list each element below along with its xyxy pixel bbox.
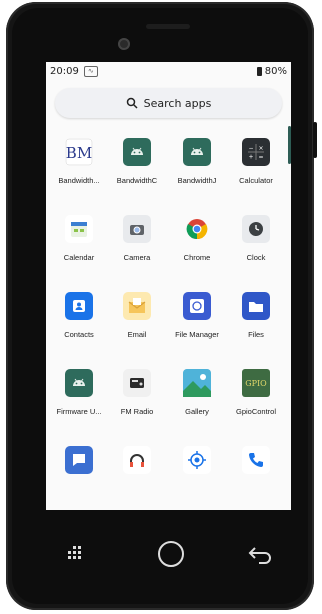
app-contacts[interactable]: Contacts bbox=[50, 292, 108, 362]
app-bandwidth[interactable]: BM Bandwidth... bbox=[50, 138, 108, 208]
app-phone[interactable] bbox=[227, 446, 285, 510]
folder-icon bbox=[249, 302, 263, 312]
svg-text:−: − bbox=[248, 145, 253, 152]
android-icon bbox=[131, 147, 143, 155]
svg-text:GPIO: GPIO bbox=[245, 379, 267, 388]
status-time: 20:09 bbox=[50, 65, 79, 77]
gallery-icon bbox=[183, 369, 211, 397]
back-arrow-icon bbox=[248, 547, 271, 564]
app-row: BM Bandwidth... BandwidthC BandwidthJ − … bbox=[46, 138, 291, 208]
file-manager-icon bbox=[190, 299, 204, 313]
app-label: Files bbox=[248, 330, 264, 339]
app-label: Bandwidth... bbox=[58, 176, 100, 185]
status-bar: 20:09 ∿ 80% bbox=[46, 62, 291, 80]
app-label: File Manager bbox=[175, 330, 219, 339]
app-label: BandwidthJ bbox=[177, 176, 217, 185]
app-label: BandwidthC bbox=[116, 176, 158, 185]
camera-icon bbox=[130, 225, 144, 235]
app-row: Contacts Email File Manager Files bbox=[46, 292, 291, 362]
app-label: GpioControl bbox=[235, 407, 277, 416]
app-label: Gallery bbox=[185, 407, 209, 416]
android-icon bbox=[73, 378, 85, 386]
calculator-icon: − × + = bbox=[248, 144, 264, 161]
back-button[interactable] bbox=[246, 542, 274, 566]
email-icon bbox=[128, 298, 146, 313]
location-icon bbox=[188, 451, 206, 469]
app-gallery[interactable]: Gallery bbox=[168, 369, 226, 439]
app-label: Calculator bbox=[239, 176, 273, 185]
search-label: Search apps bbox=[143, 96, 212, 110]
app-firmware-update[interactable]: Firmware U... bbox=[50, 369, 108, 439]
earpiece-speaker bbox=[146, 24, 190, 29]
svg-text:=: = bbox=[258, 154, 263, 161]
calendar-icon bbox=[71, 222, 87, 237]
radio-icon bbox=[130, 378, 144, 388]
battery-icon bbox=[256, 66, 262, 76]
app-fm-radio[interactable]: FM Radio bbox=[108, 369, 166, 439]
menu-button[interactable] bbox=[64, 542, 88, 566]
app-label: Calendar bbox=[63, 253, 95, 262]
svg-text:BM: BM bbox=[66, 144, 92, 162]
app-headset[interactable] bbox=[108, 446, 166, 510]
app-label: Email bbox=[127, 330, 147, 339]
android-icon bbox=[191, 147, 203, 155]
side-button bbox=[313, 122, 317, 158]
svg-text:+: + bbox=[248, 154, 253, 161]
gpio-icon: GPIO bbox=[242, 369, 270, 397]
app-camera[interactable]: Camera bbox=[108, 215, 166, 285]
search-icon bbox=[126, 97, 138, 109]
app-row: Firmware U... FM Radio Gallery GPIO Gpio… bbox=[46, 369, 291, 439]
bm-logo-icon: BM bbox=[65, 138, 93, 166]
app-label: Camera bbox=[123, 253, 151, 262]
app-clock[interactable]: Clock bbox=[227, 215, 285, 285]
app-messages[interactable] bbox=[50, 446, 108, 510]
search-apps-bar[interactable]: Search apps bbox=[55, 88, 282, 118]
app-label: Firmware U... bbox=[56, 407, 102, 416]
contacts-icon bbox=[73, 300, 85, 312]
chrome-icon bbox=[186, 219, 208, 240]
activity-icon: ∿ bbox=[83, 65, 98, 77]
home-circle-icon bbox=[158, 541, 184, 567]
navigation-bar bbox=[0, 522, 322, 582]
grid-menu-icon bbox=[68, 546, 81, 559]
headset-icon bbox=[130, 454, 144, 467]
app-location[interactable] bbox=[168, 446, 226, 510]
phone-icon bbox=[249, 453, 263, 467]
app-email[interactable]: Email bbox=[108, 292, 166, 362]
app-row bbox=[46, 446, 291, 510]
front-camera bbox=[118, 38, 130, 50]
app-label: Chrome bbox=[183, 253, 211, 262]
app-file-manager[interactable]: File Manager bbox=[168, 292, 226, 362]
app-label: Contacts bbox=[64, 330, 94, 339]
app-label: FM Radio bbox=[120, 407, 154, 416]
clock-icon bbox=[249, 222, 263, 236]
app-calculator[interactable]: − × + = Calculator bbox=[227, 138, 285, 208]
app-row: Calendar Camera Chrome Clock bbox=[46, 215, 291, 285]
app-bandwidthj[interactable]: BandwidthJ bbox=[168, 138, 226, 208]
svg-text:×: × bbox=[258, 145, 263, 152]
message-icon bbox=[73, 454, 85, 466]
app-calendar[interactable]: Calendar bbox=[50, 215, 108, 285]
app-bandwidthc[interactable]: BandwidthC bbox=[108, 138, 166, 208]
app-gpiocontrol[interactable]: GPIO GpioControl bbox=[227, 369, 285, 439]
app-files[interactable]: Files bbox=[227, 292, 285, 362]
app-drawer-screen: 20:09 ∿ 80% Search apps BM Bandwidth... bbox=[46, 62, 291, 510]
app-label: Clock bbox=[246, 253, 266, 262]
home-button[interactable] bbox=[154, 537, 188, 571]
app-chrome[interactable]: Chrome bbox=[168, 215, 226, 285]
battery-percent: 80% bbox=[264, 65, 287, 77]
